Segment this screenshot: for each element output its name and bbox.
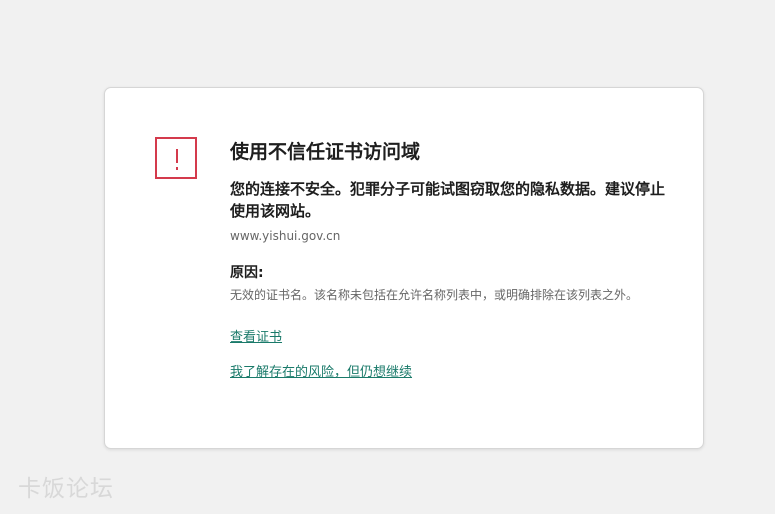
warning-card: 使用不信任证书访问域 您的连接不安全。犯罪分子可能试图窃取您的隐私数据。建议停止… [104,87,704,449]
reason-text: 无效的证书名。该名称未包括在允许名称列表中，或明确排除在该列表之外。 [230,288,639,302]
view-certificate-link[interactable]: 查看证书 [230,329,282,347]
domain-text: www.yishui.gov.cn [230,229,341,243]
reason-label: 原因: [230,265,264,281]
warning-content: 使用不信任证书访问域 您的连接不安全。犯罪分子可能试图窃取您的隐私数据。建议停止… [230,139,670,382]
warning-message: 您的连接不安全。犯罪分子可能试图窃取您的隐私数据。建议停止使用该网站。 [230,180,666,220]
forum-watermark: 卡饭论坛 [18,476,114,502]
page-title: 使用不信任证书访问域 [230,141,421,163]
accept-risk-continue-link[interactable]: 我了解存在的风险，但仍想继续 [230,364,412,382]
exclamation-icon [155,137,197,179]
